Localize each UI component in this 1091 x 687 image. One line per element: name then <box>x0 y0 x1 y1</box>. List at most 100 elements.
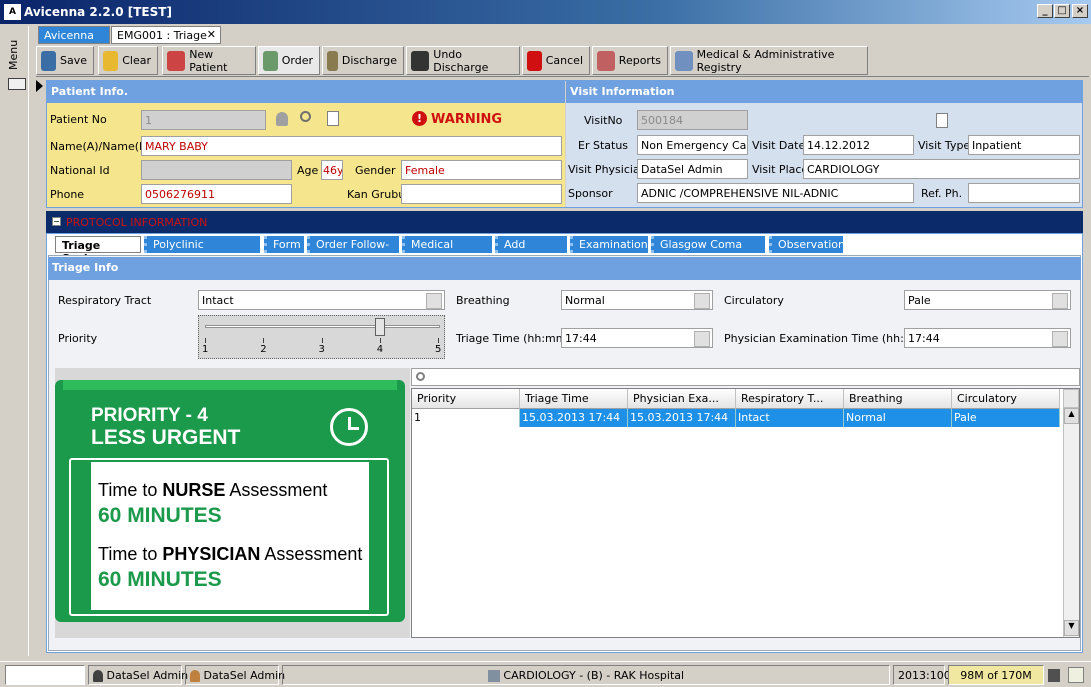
visit-type-field[interactable]: Inpatient <box>968 135 1080 155</box>
triage-info-header: Triage Info <box>48 257 1081 280</box>
phone-field[interactable]: 0506276911 <box>141 184 292 204</box>
document-icon[interactable] <box>327 111 339 126</box>
discharge-icon <box>327 50 338 71</box>
clear-button[interactable]: Clear <box>98 46 158 75</box>
users-icon <box>190 670 200 682</box>
grid-column-header[interactable]: Breathing <box>844 389 952 409</box>
tab-glasgow-coma-scale[interactable]: Glasgow Coma Scale <box>651 236 765 264</box>
tab-order-follow-up[interactable]: Order Follow-up <box>307 236 399 264</box>
status-input[interactable] <box>5 665 85 685</box>
trash-icon[interactable] <box>1048 669 1060 682</box>
new-patient-button[interactable]: New Patient <box>162 46 256 75</box>
expand-arrow-icon[interactable] <box>36 80 43 92</box>
tab-observation[interactable]: Observation <box>769 236 845 253</box>
reports-button[interactable]: Reports <box>592 46 668 75</box>
grid-column-header[interactable]: Respiratory T... <box>736 389 844 409</box>
visit-place-label: Visit Place <box>752 163 809 176</box>
grid-cell[interactable]: 15.03.2013 17:44 <box>520 409 628 427</box>
maximize-button[interactable]: □ <box>1054 4 1070 18</box>
grid-cell[interactable]: 15.03.2013 17:44 <box>628 409 736 427</box>
visit-place-field[interactable]: CARDIOLOGY <box>803 159 1080 179</box>
slider-tick-label: 4 <box>376 344 384 355</box>
grid-column-header[interactable]: Triage Time <box>520 389 628 409</box>
tab-triage-scale[interactable]: Triage Scale <box>55 236 141 265</box>
ref-ph-field[interactable] <box>968 183 1080 203</box>
slider-track <box>205 325 440 328</box>
menu-grid-icon[interactable] <box>8 78 26 90</box>
status-bar: DataSel Admin DataSel Admin CARDIOLOGY -… <box>0 661 1091 687</box>
undo-discharge-label: Undo Discharge <box>433 47 489 74</box>
breathing-dropdown-icon[interactable] <box>694 293 710 309</box>
respiratory-label: Respiratory Tract <box>58 294 152 307</box>
tab-triage[interactable]: EMG001 : Triage ✕ <box>111 26 221 44</box>
cancel-button[interactable]: Cancel <box>522 46 590 75</box>
clear-label: Clear <box>122 54 151 67</box>
person-icon[interactable] <box>276 112 288 126</box>
menu-toggle[interactable]: Menu <box>7 40 25 70</box>
physician-time-field[interactable]: 17:44 <box>904 328 1071 348</box>
respiratory-dropdown-icon[interactable] <box>426 293 442 309</box>
grid-cell[interactable]: Intact <box>736 409 844 427</box>
grid-filter-input[interactable] <box>411 368 1080 386</box>
sponsor-field[interactable]: ADNIC /COMPREHENSIVE NIL-ADNIC <box>637 183 914 203</box>
visit-physician-field[interactable]: DataSel Admin <box>637 159 748 179</box>
tab-examinations[interactable]: Examinations <box>570 236 654 253</box>
age-field[interactable]: 46y <box>321 160 343 180</box>
grid-cell[interactable]: Pale <box>952 409 1060 427</box>
triage-time-spinner-icon[interactable] <box>694 331 710 347</box>
warning-text[interactable]: WARNING <box>431 112 502 127</box>
collapse-icon[interactable]: − <box>52 217 61 226</box>
slider-tick-label: 1 <box>202 344 209 355</box>
undo-discharge-button[interactable]: Undo Discharge <box>406 46 520 75</box>
physician-line: Time to PHYSICIAN Assessment <box>98 544 362 565</box>
grid-settings-icon[interactable] <box>1063 389 1079 408</box>
window-title: Avicenna 2.2.0 [TEST] <box>24 5 172 19</box>
scroll-down-icon[interactable]: ▼ <box>1064 620 1079 636</box>
circulatory-select[interactable]: Pale <box>904 290 1071 310</box>
slider-thumb[interactable] <box>374 318 385 336</box>
priority-card: PRIORITY - 4 LESS URGENT Time to NURSE A… <box>55 380 405 622</box>
visit-physician-label: Visit Physician <box>568 163 647 176</box>
priority-slider[interactable]: 1 2 3 4 5 <box>198 315 445 359</box>
search-icon[interactable] <box>300 111 311 122</box>
visit-no-field[interactable]: 500184 <box>637 110 748 130</box>
tab-avicenna[interactable]: Avicenna 2.0 <box>38 26 110 55</box>
scroll-up-icon[interactable]: ▲ <box>1064 408 1079 424</box>
tab-add-service[interactable]: Add Service <box>495 236 567 264</box>
order-button[interactable]: Order <box>258 46 320 75</box>
visit-document-icon[interactable] <box>936 113 948 128</box>
registry-button[interactable]: Medical & Administrative Registry <box>670 46 868 75</box>
tab-medical-record[interactable]: Medical Record <box>402 236 492 264</box>
triage-grid: Priority Triage Time Physician Exa... Respi… <box>411 388 1080 638</box>
discharge-button[interactable]: Discharge <box>322 46 404 75</box>
breathing-select[interactable]: Normal <box>561 290 713 310</box>
registry-label: Medical & Administrative Registry <box>696 47 835 74</box>
triage-time-field[interactable]: 17:44 <box>561 328 713 348</box>
physician-time-spinner-icon[interactable] <box>1052 331 1068 347</box>
kan-grubu-field[interactable] <box>401 184 562 204</box>
gender-field[interactable]: Female <box>401 160 562 180</box>
tab-form[interactable]: Form <box>264 236 304 253</box>
er-status-field[interactable]: Non Emergency Case <box>637 135 748 155</box>
save-button[interactable]: Save <box>36 46 94 75</box>
grid-column-header[interactable]: Priority <box>412 389 520 409</box>
protocol-header[interactable]: − PROTOCOL INFORMATION <box>46 211 1083 233</box>
grid-column-header[interactable]: Physician Exa... <box>628 389 736 409</box>
close-tab-icon[interactable]: ✕ <box>207 28 216 41</box>
grid-cell[interactable]: 1 <box>412 409 520 427</box>
close-button[interactable]: × <box>1072 4 1088 18</box>
respiratory-select[interactable]: Intact <box>198 290 445 310</box>
patient-no-field[interactable]: 1 <box>141 110 266 130</box>
name-field[interactable]: MARY BABY <box>141 136 562 156</box>
age-label: Age <box>297 164 319 177</box>
grid-column-header[interactable]: Circulatory <box>952 389 1060 409</box>
circulatory-dropdown-icon[interactable] <box>1052 293 1068 309</box>
grid-scrollbar[interactable]: ▲ ▼ <box>1063 408 1079 637</box>
grid-cell[interactable]: Normal <box>844 409 952 427</box>
visit-date-field[interactable]: 14.12.2012 <box>803 135 914 155</box>
minimize-button[interactable]: _ <box>1037 4 1053 18</box>
national-id-field[interactable] <box>141 160 292 180</box>
status-location: CARDIOLOGY - (B) - RAK Hospital <box>282 665 890 685</box>
exit-icon[interactable] <box>1068 667 1084 683</box>
tab-polyclinic-information[interactable]: Polyclinic Information <box>144 236 260 264</box>
